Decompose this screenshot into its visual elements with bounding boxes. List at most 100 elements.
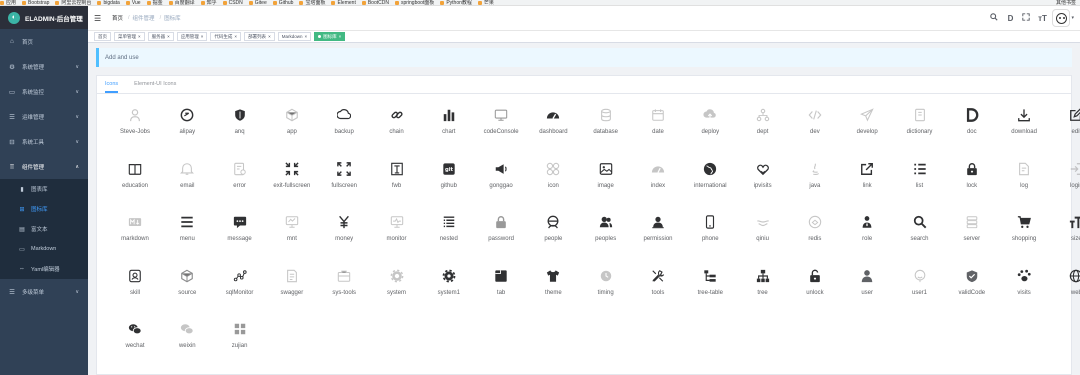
close-icon[interactable]: × bbox=[339, 34, 342, 39]
icon-item[interactable]: error bbox=[214, 152, 266, 202]
icon-item[interactable]: deploy bbox=[684, 98, 736, 148]
icon-item[interactable]: tools bbox=[632, 259, 684, 309]
icon-item[interactable]: phone bbox=[684, 205, 736, 255]
icon-item[interactable]: database bbox=[580, 98, 632, 148]
icon-item[interactable]: nested bbox=[423, 205, 475, 255]
icon-item[interactable]: dictionary bbox=[894, 98, 946, 148]
sidebar-item[interactable]: ▭ 系统监控 ∨ bbox=[0, 79, 88, 104]
tag-item[interactable]: 代码生成 × bbox=[210, 32, 242, 41]
search-icon[interactable] bbox=[987, 13, 1001, 23]
icon-item[interactable]: qiniu bbox=[737, 205, 789, 255]
tag-item[interactable]: 首页 bbox=[94, 32, 111, 41]
sidebar-item[interactable]: ⊟ 系统工具 ∨ bbox=[0, 129, 88, 154]
icon-item[interactable]: sys-tools bbox=[318, 259, 370, 309]
icon-item[interactable]: international bbox=[684, 152, 736, 202]
sidebar-item[interactable]: ☰ 运维管理 ∨ bbox=[0, 104, 88, 129]
icon-item[interactable]: message bbox=[214, 205, 266, 255]
tag-item[interactable]: Markdown × bbox=[277, 32, 312, 41]
icon-item[interactable]: weixin bbox=[161, 312, 213, 362]
caret-down-icon[interactable]: ▾ bbox=[1071, 15, 1074, 21]
icon-item[interactable]: image bbox=[580, 152, 632, 202]
icon-item[interactable]: source bbox=[161, 259, 213, 309]
icon-item[interactable]: validCode bbox=[946, 259, 998, 309]
icon-item[interactable]: date bbox=[632, 98, 684, 148]
icon-item[interactable]: system bbox=[371, 259, 423, 309]
sidebar-item[interactable]: ☰ 多级菜单 ∨ bbox=[0, 279, 88, 304]
icon-item[interactable]: app bbox=[266, 98, 318, 148]
close-icon[interactable]: × bbox=[201, 34, 204, 39]
icon-item[interactable]: peoples bbox=[580, 205, 632, 255]
icon-item[interactable]: list bbox=[894, 152, 946, 202]
icon-item[interactable]: login bbox=[1050, 152, 1080, 202]
icon-item[interactable]: sqlMonitor bbox=[214, 259, 266, 309]
icon-item[interactable]: unlock bbox=[789, 259, 841, 309]
icon-item[interactable]: theme bbox=[527, 259, 579, 309]
icon-item[interactable]: password bbox=[475, 205, 527, 255]
sidebar-item[interactable]: ⠿ 组件管理 ∧ bbox=[0, 154, 88, 179]
icon-item[interactable]: role bbox=[841, 205, 893, 255]
close-icon[interactable]: × bbox=[234, 34, 237, 39]
icon-item[interactable]: people bbox=[527, 205, 579, 255]
icon-item[interactable]: dept bbox=[737, 98, 789, 148]
tab-element-ui-icons[interactable]: Element-UI Icons bbox=[126, 76, 184, 93]
close-icon[interactable]: × bbox=[304, 34, 307, 39]
sidebar-item[interactable]: ▭ Markdown bbox=[0, 239, 88, 259]
hamburger-icon[interactable]: ☰ bbox=[94, 14, 102, 23]
icon-item[interactable]: index bbox=[632, 152, 684, 202]
icon-item[interactable]: edit bbox=[1050, 98, 1080, 148]
icon-item[interactable]: link bbox=[841, 152, 893, 202]
icon-item[interactable]: dashboard bbox=[527, 98, 579, 148]
tag-item[interactable]: 图标库 × bbox=[314, 32, 346, 41]
sidebar-item[interactable]: ⌂ 首页 bbox=[0, 29, 88, 54]
icon-item[interactable]: search bbox=[894, 205, 946, 255]
icon-item[interactable]: git github bbox=[423, 152, 475, 202]
icon-item[interactable]: web bbox=[1050, 259, 1080, 309]
icon-item[interactable]: fullscreen bbox=[318, 152, 370, 202]
icon-item[interactable]: markdown bbox=[109, 205, 161, 255]
icon-item[interactable]: lock bbox=[946, 152, 998, 202]
icon-item[interactable]: log bbox=[998, 152, 1050, 202]
icon-item[interactable]: dev bbox=[789, 98, 841, 148]
icon-item[interactable]: download bbox=[998, 98, 1050, 148]
icon-item[interactable]: redis bbox=[789, 205, 841, 255]
icon-item[interactable]: alipay bbox=[161, 98, 213, 148]
icon-item[interactable]: exit-fullscreen bbox=[266, 152, 318, 202]
sidebar-item[interactable]: ⚙ 系统管理 ∨ bbox=[0, 54, 88, 79]
icon-item[interactable]: codeConsole bbox=[475, 98, 527, 148]
icon-item[interactable]: icon bbox=[527, 152, 579, 202]
icon-item[interactable]: user bbox=[841, 259, 893, 309]
icon-item[interactable]: develop bbox=[841, 98, 893, 148]
doc-icon[interactable]: D bbox=[1003, 14, 1017, 23]
icon-item[interactable]: size bbox=[1050, 205, 1080, 255]
icon-item[interactable]: Steve-Jobs bbox=[109, 98, 161, 148]
icon-item[interactable]: skill bbox=[109, 259, 161, 309]
tag-item[interactable]: 服务器 × bbox=[147, 32, 174, 41]
icon-item[interactable]: tree bbox=[737, 259, 789, 309]
icon-item[interactable]: timing bbox=[580, 259, 632, 309]
icon-item[interactable]: server bbox=[946, 205, 998, 255]
fullscreen-icon[interactable] bbox=[1019, 13, 1033, 23]
tag-item[interactable]: 应用管理 × bbox=[176, 32, 208, 41]
icon-item[interactable]: anq bbox=[214, 98, 266, 148]
icon-item[interactable]: java bbox=[789, 152, 841, 202]
tab-icons[interactable]: Icons bbox=[105, 76, 119, 93]
icon-item[interactable]: user1 bbox=[894, 259, 946, 309]
avatar[interactable] bbox=[1052, 9, 1071, 27]
icon-item[interactable]: permission bbox=[632, 205, 684, 255]
icon-item[interactable]: backup bbox=[318, 98, 370, 148]
icon-item[interactable]: swagger bbox=[266, 259, 318, 309]
icon-item[interactable]: zujian bbox=[214, 312, 266, 362]
icon-item[interactable]: ipvisits bbox=[737, 152, 789, 202]
icon-item[interactable]: email bbox=[161, 152, 213, 202]
font-size-icon[interactable]: ᴛT bbox=[1035, 14, 1049, 23]
tag-item[interactable]: 菜单管理 × bbox=[114, 32, 145, 41]
close-icon[interactable]: × bbox=[138, 34, 141, 39]
logo[interactable]: ◐ ELADMIN-后台管理 bbox=[0, 6, 88, 29]
tag-item[interactable]: 部署列表 × bbox=[244, 32, 275, 41]
icon-item[interactable]: fwb bbox=[371, 152, 423, 202]
sidebar-item[interactable]: ⇔ Yaml编辑器 bbox=[0, 259, 88, 279]
breadcrumb-home[interactable]: 首页 bbox=[112, 14, 123, 22]
icon-item[interactable]: mnt bbox=[266, 205, 318, 255]
icon-item[interactable]: system1 bbox=[423, 259, 475, 309]
sidebar-item[interactable]: ▤ 富文本 bbox=[0, 219, 88, 239]
